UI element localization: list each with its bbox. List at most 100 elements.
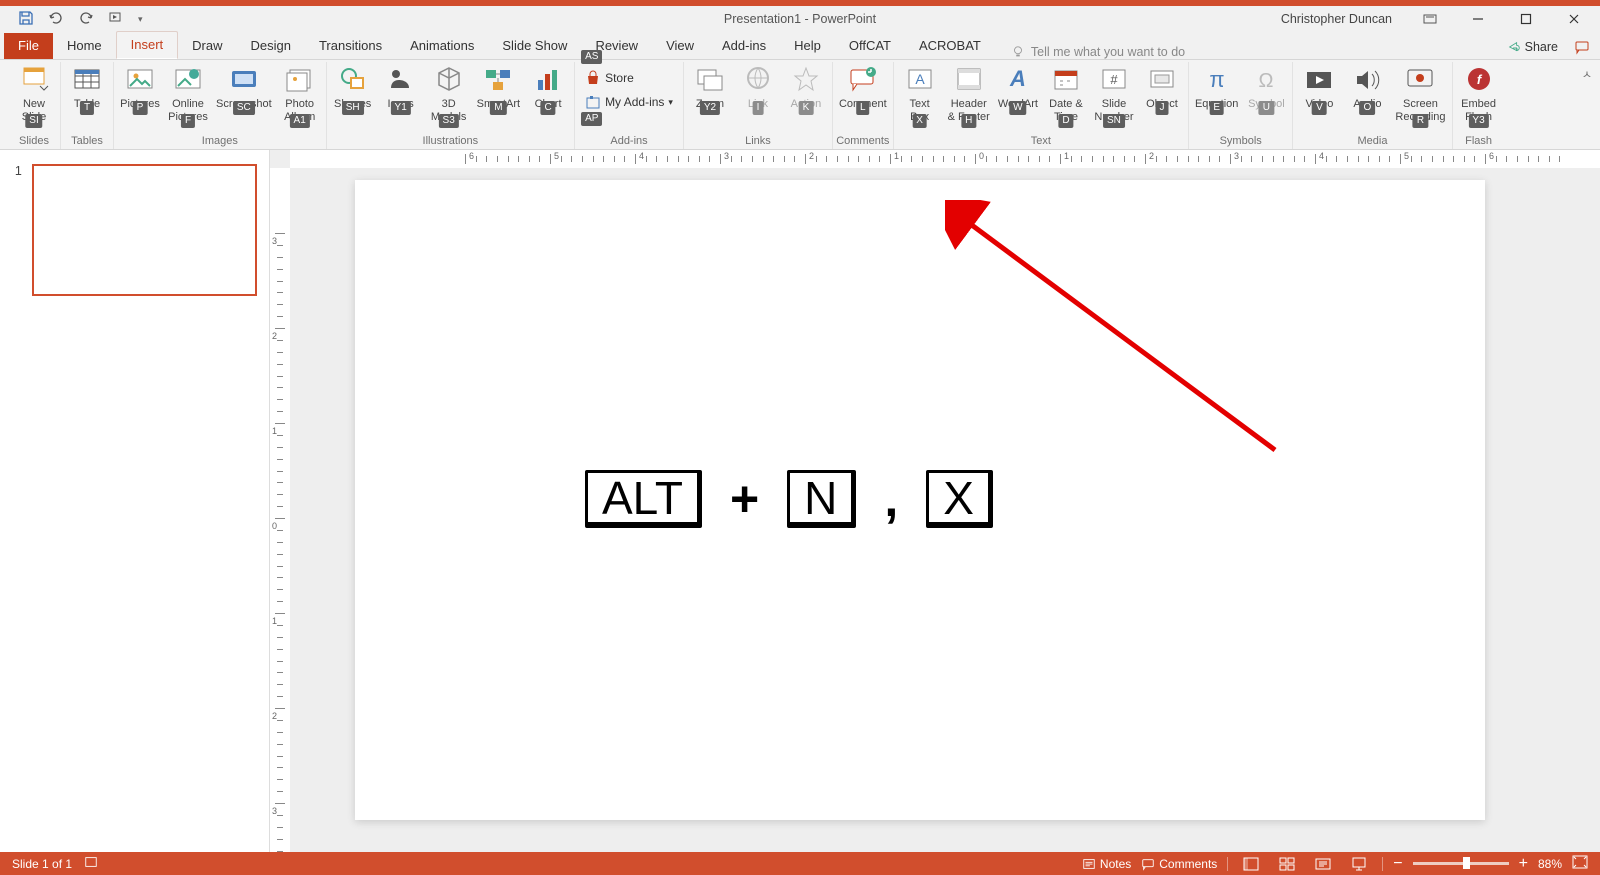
table-button[interactable]: Table T [67,64,107,111]
tab-acrobat[interactable]: ACROBAT [905,33,995,59]
screen-recording-button[interactable]: Screen Recording R [1395,64,1445,124]
equation-button[interactable]: π Equation E [1195,64,1238,111]
action-icon [790,64,822,96]
svg-text:#: # [1110,72,1118,87]
photo-album-button[interactable]: Photo Album A1 [280,64,320,124]
share-button[interactable]: Share [1507,40,1558,54]
tab-animations[interactable]: Animations [396,33,488,59]
symbol-icon: Ω [1250,64,1282,96]
maximize-button[interactable] [1506,6,1546,32]
shapes-button[interactable]: Shapes SH [333,64,373,111]
slide-canvas[interactable]: ALT + N , X [355,180,1485,820]
zoom-level[interactable]: 88% [1538,857,1562,871]
normal-view-button[interactable] [1238,852,1264,875]
wordart-icon: A [1002,64,1034,96]
wordart-button[interactable]: A WordArt W [998,64,1038,111]
object-icon [1146,64,1178,96]
vertical-ruler[interactable]: 3210123 [270,168,290,852]
3d-models-button[interactable]: 3D Models S3 [429,64,469,124]
pictures-button[interactable]: Pictures P [120,64,160,111]
my-addins-button[interactable]: My Add-ins▾ AP [581,92,677,112]
slideshow-view-button[interactable] [1346,852,1372,875]
tab-help[interactable]: Help [780,33,835,59]
fit-to-window-button[interactable] [1572,855,1588,872]
ribbon-tabs: File Home Insert Draw Design Transitions… [0,32,1600,60]
zoom-slider[interactable] [1413,862,1509,865]
addins-icon [585,94,601,110]
tab-insert[interactable]: Insert [116,31,179,59]
online-pictures-button[interactable]: Online Pictures F [168,64,208,124]
video-button[interactable]: Video V [1299,64,1339,111]
status-bar: Slide 1 of 1 Notes Comments − + 88% [0,852,1600,875]
notes-icon [1082,857,1096,871]
ribbon: ㅅ New Slide SI Slides Table T Tables Pic… [0,60,1600,150]
close-button[interactable] [1554,6,1594,32]
icons-button[interactable]: Icons Y1 [381,64,421,111]
main-area: 1 6543210123456 3210123 ALT + N , X [0,150,1600,852]
smartart-button[interactable]: SmartArt M [477,64,520,111]
notes-button[interactable]: Notes [1082,857,1131,871]
flash-icon: f [1463,64,1495,96]
redo-icon[interactable] [78,10,94,29]
chart-button[interactable]: Chart C [528,64,568,111]
zoom-button[interactable]: Zoom Y2 [690,64,730,111]
qat-more-icon[interactable]: ▾ [138,14,143,25]
slide-number-icon: # [1098,64,1130,96]
store-button[interactable]: Store AS [581,68,638,88]
slide-content: ALT + N , X [585,470,993,528]
window-title: Presentation1 - PowerPoint [724,12,876,26]
comments-button[interactable]: Comments [1141,857,1217,871]
tab-addins[interactable]: Add-ins [708,33,780,59]
embed-flash-button[interactable]: f Embed Flash Y3 [1459,64,1499,124]
photo-album-icon [284,64,316,96]
svg-text:Ω: Ω [1259,70,1274,92]
undo-icon[interactable] [48,10,64,29]
keycap-alt: ALT [585,470,702,528]
audio-button[interactable]: Audio O [1347,64,1387,111]
slide-thumbnail-1[interactable] [32,164,257,296]
object-button[interactable]: Object J [1142,64,1182,111]
text-box-button[interactable]: A Text Box X [900,64,940,124]
svg-text:A: A [1009,66,1026,91]
screenshot-icon [228,64,260,96]
minimize-button[interactable] [1458,6,1498,32]
slide-count[interactable]: Slide 1 of 1 [12,857,72,871]
horizontal-ruler[interactable]: 6543210123456 [290,150,1600,168]
start-from-beginning-icon[interactable] [108,10,124,29]
chart-icon [532,64,564,96]
save-icon[interactable] [18,10,34,29]
tab-view[interactable]: View [652,33,708,59]
comment-button[interactable]: Comment L [839,64,887,111]
comments-pane-icon[interactable] [1574,39,1590,55]
screenshot-button[interactable]: Screenshot SC [216,64,272,111]
slide-sorter-button[interactable] [1274,852,1300,875]
header-footer-button[interactable]: Header & Footer H [948,64,990,124]
tab-home[interactable]: Home [53,33,116,59]
new-slide-icon [18,64,50,96]
audio-icon [1351,64,1383,96]
zoom-in-button[interactable]: + [1519,855,1528,873]
reading-view-button[interactable] [1310,852,1336,875]
tab-design[interactable]: Design [237,33,305,59]
zoom-out-button[interactable]: − [1393,855,1402,873]
tab-transitions[interactable]: Transitions [305,33,396,59]
date-time-button[interactable]: Date & Time D [1046,64,1086,124]
tab-slideshow[interactable]: Slide Show [488,33,581,59]
tab-file[interactable]: File [4,33,53,59]
tab-offcat[interactable]: OffCAT [835,33,905,59]
header-footer-icon [953,64,985,96]
shapes-icon [337,64,369,96]
symbol-button: Ω Symbol U [1246,64,1286,111]
user-name[interactable]: Christopher Duncan [1281,12,1392,26]
tell-me-search[interactable]: Tell me what you want to do [1011,45,1185,59]
text-box-icon: A [904,64,936,96]
slide-edit-pane[interactable]: 6543210123456 3210123 ALT + N , X [270,150,1600,852]
accessibility-icon[interactable] [84,855,98,872]
collapse-ribbon-icon[interactable]: ㅅ [1582,66,1592,82]
ribbon-options-icon[interactable] [1410,6,1450,32]
new-slide-button[interactable]: New Slide SI [14,64,54,124]
keycap-n: N [787,470,856,528]
tab-draw[interactable]: Draw [178,33,236,59]
slide-number-button[interactable]: # Slide Number SN [1094,64,1134,124]
slide-thumbnails-pane[interactable]: 1 [0,150,270,852]
